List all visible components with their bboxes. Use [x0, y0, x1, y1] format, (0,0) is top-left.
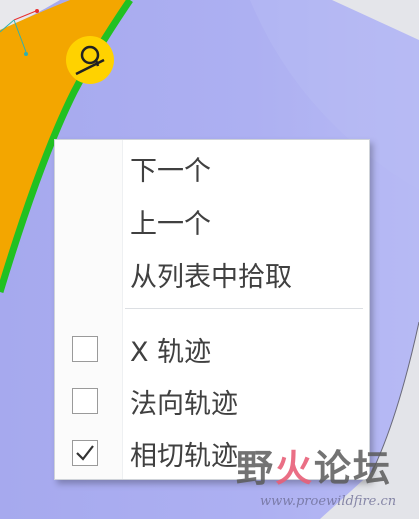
- menu-item-tangent-trajectory-label: 相切轨迹: [130, 440, 238, 472]
- watermark-char-3: 论坛: [314, 447, 392, 490]
- menu-item-normal-trajectory[interactable]: 法向轨迹: [55, 378, 369, 424]
- axis-x-tip: [35, 9, 39, 13]
- checkbox-x-trajectory[interactable]: [72, 336, 98, 362]
- menu-item-previous[interactable]: 上一个: [55, 198, 369, 244]
- menu-item-pick-from-list-label: 从列表中拾取: [130, 261, 292, 293]
- axis-y-tip: [24, 52, 28, 56]
- checkbox-normal-trajectory[interactable]: [72, 388, 98, 414]
- checkmark-icon: [76, 445, 94, 461]
- menu-separator: [125, 308, 363, 309]
- watermark-char-1: 野: [236, 447, 275, 490]
- menu-item-x-trajectory[interactable]: X 轨迹: [55, 326, 369, 372]
- menu-item-pick-from-list[interactable]: 从列表中拾取: [55, 251, 369, 297]
- menu-item-previous-label: 上一个: [130, 208, 211, 240]
- menu-item-normal-trajectory-label: 法向轨迹: [130, 388, 238, 420]
- menu-item-next-label: 下一个: [130, 155, 211, 187]
- watermark-url: www.proewildfire.cn: [260, 494, 397, 509]
- checkbox-tangent-trajectory[interactable]: [72, 440, 98, 466]
- watermark-title: 野火论坛: [236, 438, 392, 492]
- watermark-char-2: 火: [275, 447, 314, 490]
- menu-item-x-trajectory-label: X 轨迹: [130, 336, 212, 368]
- menu-item-next[interactable]: 下一个: [55, 145, 369, 191]
- forum-watermark: 野火论坛 www.proewildfire.cn: [232, 438, 419, 519]
- curve-entity-badge-icon[interactable]: [66, 36, 114, 84]
- context-menu: 下一个 上一个 从列表中拾取 X 轨迹 法向轨迹 相切轨迹: [54, 139, 370, 480]
